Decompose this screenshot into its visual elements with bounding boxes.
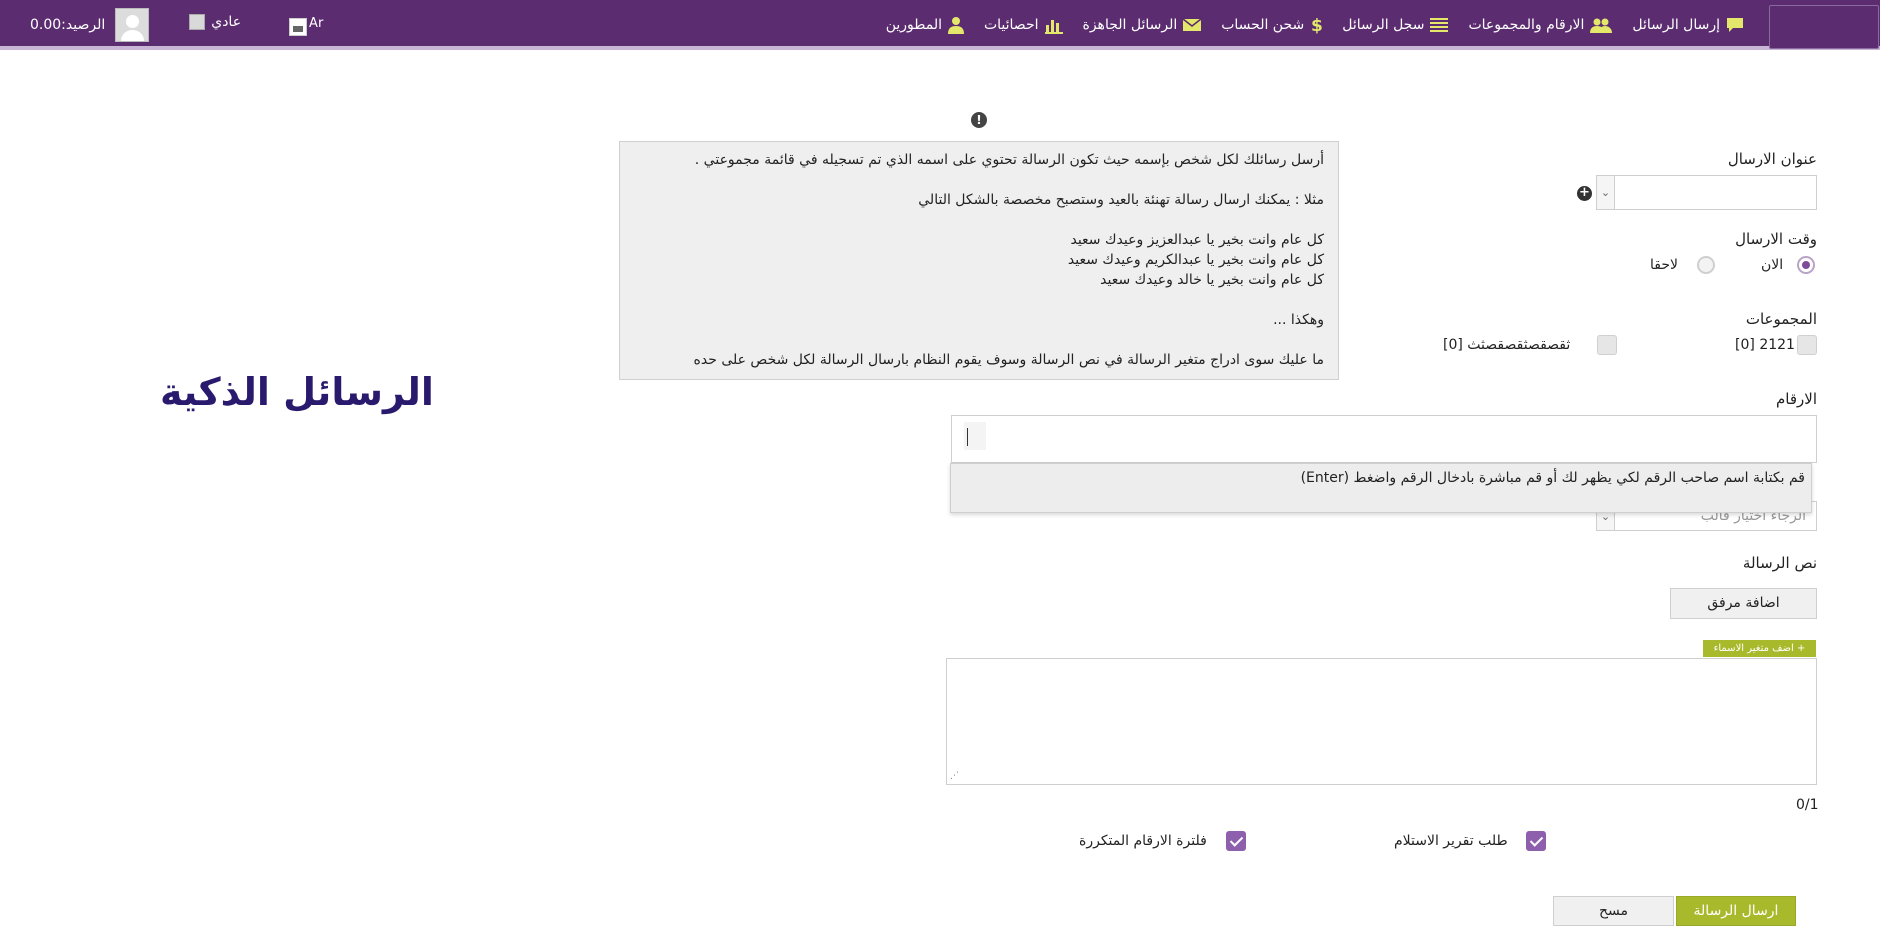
add-attachment-button[interactable]: اضافة مرفق: [1670, 588, 1817, 619]
group-name: ثقصقصثقصقصثث [0]: [1443, 337, 1571, 353]
sender-select[interactable]: ⌄: [1596, 175, 1817, 210]
help-line: وهكذا ...: [1273, 312, 1324, 328]
numbers-input[interactable]: [951, 415, 1817, 463]
clear-button[interactable]: مسح: [1553, 896, 1674, 926]
help-line: كل عام وانت بخير يا خالد وعيدك سعيد: [1100, 272, 1324, 288]
message-label: نص الرسالة: [1742, 554, 1817, 572]
send-later-label: لاحقا: [1650, 257, 1678, 273]
user-icon: [947, 16, 964, 34]
language-switch[interactable]: Ar: [289, 10, 323, 36]
nav-label: الرسائل الجاهزة: [1082, 17, 1178, 33]
send-time-label: وقت الارسال: [1735, 230, 1817, 248]
help-line: مثلا : يمكنك ارسال رسالة تهنئة بالعيد وس…: [918, 192, 1324, 208]
nav-developers[interactable]: المطورين: [886, 16, 964, 34]
message-textarea[interactable]: ⋰: [946, 658, 1817, 785]
group-checkbox[interactable]: [1797, 335, 1817, 355]
nav-recharge[interactable]: $ شحن الحساب: [1221, 16, 1322, 34]
users-icon: [1590, 17, 1613, 33]
svg-text:$: $: [1311, 16, 1322, 34]
envelope-icon: [1183, 18, 1202, 32]
delivery-report-label: طلب تقرير الاستلام: [1394, 833, 1508, 849]
top-search-box[interactable]: [1769, 5, 1879, 49]
mode-square-icon: [189, 14, 206, 30]
send-now-label: الان: [1761, 257, 1784, 273]
chevron-down-icon: ⌄: [1597, 176, 1615, 209]
help-line: [634, 210, 1324, 230]
numbers-label: الارقام: [1776, 390, 1817, 408]
nav-label: احصائيات: [983, 17, 1039, 33]
mode-label: عادي: [211, 14, 242, 30]
top-navbar: إرسال الرسائل الارقام والمجموعات سجل الر…: [0, 0, 1880, 50]
info-alert-icon: !: [971, 112, 987, 128]
chat-bubble-icon: [1726, 17, 1744, 33]
help-box: أرسل رسائلك لكل شخص بإسمه حيث تكون الرسا…: [619, 141, 1339, 380]
send-later-radio[interactable]: [1697, 256, 1715, 274]
filter-duplicates-checkbox[interactable]: [1226, 831, 1246, 851]
nav-ready-messages[interactable]: الرسائل الجاهزة: [1083, 17, 1202, 33]
help-line: كل عام وانت بخير يا عبدالكريم وعيدك سعيد: [1067, 252, 1324, 268]
help-line: ما عليك سوى ادراج متغير الرسالة في نص ال…: [693, 352, 1324, 368]
char-counter: 0/1: [1796, 797, 1819, 813]
bar-chart-icon: [1044, 16, 1063, 34]
hint-text: قم بكتابة اسم صاحب الرقم لكي يظهر لك أو …: [1300, 470, 1805, 486]
send-now-radio[interactable]: [1797, 256, 1815, 274]
nav-label: سجل الرسائل: [1342, 17, 1425, 33]
help-line: [634, 290, 1324, 310]
group-checkbox[interactable]: [1597, 335, 1617, 355]
nav-label: المطورين: [885, 17, 942, 33]
add-sender-icon[interactable]: +: [1577, 186, 1592, 201]
nav-message-log[interactable]: سجل الرسائل: [1342, 17, 1449, 33]
nav-numbers-groups[interactable]: الارقام والمجموعات: [1468, 17, 1613, 33]
group-name: 2121 [0]: [1735, 337, 1795, 353]
dollar-icon: $: [1310, 16, 1322, 34]
help-line: [634, 330, 1324, 350]
nav-label: شحن الحساب: [1221, 17, 1305, 33]
filter-duplicates-label: فلترة الارقام المتكررة: [1079, 833, 1207, 849]
language-label: Ar: [309, 15, 324, 31]
account-mode[interactable]: عادي: [189, 14, 241, 30]
account-area: الرصيد:0.00 عادي Ar: [30, 0, 323, 50]
avatar[interactable]: [115, 8, 150, 42]
nav-label: الارقام والمجموعات: [1468, 17, 1585, 33]
text-cursor: [964, 422, 986, 450]
nav-send-messages[interactable]: إرسال الرسائل: [1632, 17, 1744, 33]
sender-label: عنوان الارسال: [1727, 150, 1817, 168]
help-line: أرسل رسائلك لكل شخص بإسمه حيث تكون الرسا…: [694, 152, 1324, 168]
numbers-autocomplete-hint: قم بكتابة اسم صاحب الرقم لكي يظهر لك أو …: [950, 463, 1812, 513]
groups-label: المجموعات: [1745, 310, 1817, 328]
resize-grip-icon[interactable]: ⋰: [950, 771, 959, 781]
help-line: كل عام وانت بخير يا عبدالعزيز وعيدك سعيد: [1070, 232, 1324, 248]
nav-statistics[interactable]: احصائيات: [984, 16, 1063, 34]
add-name-variable-button[interactable]: + اضف متغير الاسماء: [1703, 640, 1816, 657]
send-message-button[interactable]: ارسال الرسالة: [1676, 896, 1796, 926]
flag-icon: [289, 18, 308, 36]
page-title: الرسائل الذكية: [160, 370, 434, 414]
delivery-report-checkbox[interactable]: [1526, 831, 1546, 851]
balance-text: الرصيد:0.00: [30, 17, 106, 33]
nav-label: إرسال الرسائل: [1632, 17, 1720, 33]
help-line: [634, 170, 1324, 190]
list-icon: [1430, 17, 1449, 33]
main-nav: إرسال الرسائل الارقام والمجموعات سجل الر…: [886, 0, 1744, 50]
